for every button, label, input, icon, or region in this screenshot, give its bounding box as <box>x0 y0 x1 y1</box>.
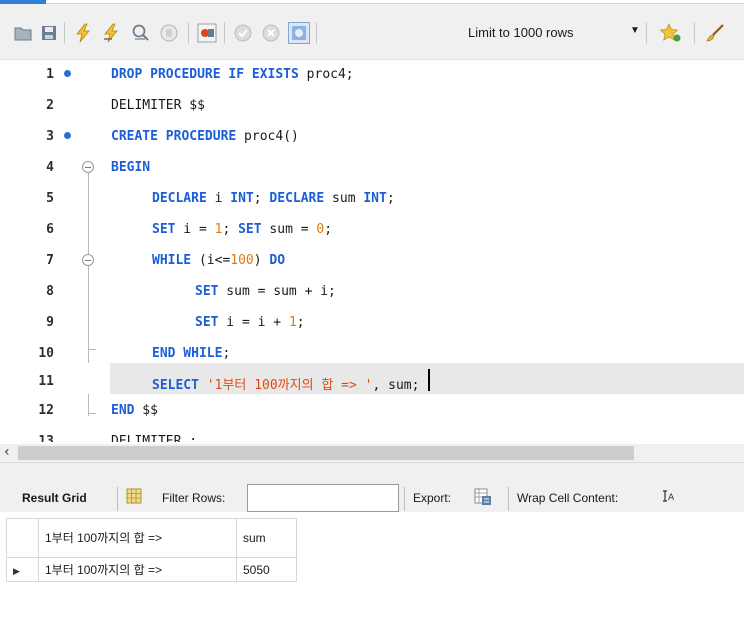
table-cell[interactable]: 1부터 100까지의 합 => <box>38 557 237 582</box>
code-line[interactable]: 12 END $$ <box>0 396 744 427</box>
toolbar-separator <box>188 22 189 44</box>
code-line[interactable]: 1 DROP PROCEDURE IF EXISTS proc4; <box>0 60 744 91</box>
line-number: 5 <box>46 191 54 206</box>
execute-current-icon[interactable] <box>100 22 122 44</box>
code-text: WHILE (i<=100) DO <box>152 253 286 268</box>
statement-marker-icon <box>64 132 71 139</box>
find-icon[interactable] <box>704 22 726 44</box>
filter-rows-input[interactable] <box>247 484 399 512</box>
autocommit-icon[interactable] <box>288 22 310 44</box>
code-line[interactable]: 5 DECLARE i INT; DECLARE sum INT; <box>0 184 744 215</box>
code-line[interactable]: 6 SET i = 1; SET sum = 0; <box>0 215 744 246</box>
fold-toggle-icon[interactable] <box>82 254 94 266</box>
code-text: END WHILE; <box>152 346 231 361</box>
editor-horizontal-scrollbar[interactable]: ‹ <box>0 444 744 462</box>
result-grid-tab[interactable]: Result Grid <box>22 491 87 505</box>
code-line[interactable]: 8 SET sum = sum + i; <box>0 277 744 308</box>
result-table: 1부터 100까지의 합 => sum ▶ 1부터 100까지의 합 => 50… <box>6 518 297 582</box>
code-text: DELIMITER $$ <box>111 98 205 113</box>
export-label: Export: <box>413 491 452 505</box>
toolbar-separator <box>117 487 118 511</box>
chevron-down-icon[interactable]: ▼ <box>630 25 640 36</box>
line-number: 3 <box>46 129 54 144</box>
line-number: 1 <box>46 67 54 82</box>
line-number: 4 <box>46 160 54 175</box>
toolbar-separator <box>316 22 317 44</box>
explain-icon[interactable] <box>130 22 152 44</box>
line-number: 2 <box>46 98 54 113</box>
fold-toggle-icon[interactable] <box>82 161 94 173</box>
limit-rows-value: Limit to 1000 rows <box>468 25 574 40</box>
toggle-error-icon[interactable] <box>196 22 218 44</box>
line-number: 12 <box>38 403 54 418</box>
scrollbar-thumb[interactable] <box>18 446 634 460</box>
wrap-cell-content-label: Wrap Cell Content: <box>517 491 619 505</box>
toolbar-separator <box>64 22 65 44</box>
grid-layout-icon[interactable] <box>126 488 142 507</box>
wrap-toggle-icon[interactable]: A <box>662 489 676 506</box>
code-text: DROP PROCEDURE IF EXISTS proc4; <box>111 67 354 82</box>
code-text: SET i = 1; SET sum = 0; <box>152 222 333 237</box>
code-line[interactable]: 7 WHILE (i<=100) DO <box>0 246 744 277</box>
svg-text:A: A <box>668 493 675 503</box>
line-number: 10 <box>38 346 54 361</box>
line-number: 11 <box>38 374 54 389</box>
open-folder-icon[interactable] <box>12 22 34 44</box>
column-header-label: 1부터 100까지의 합 => <box>45 531 162 545</box>
toolbar-separator <box>646 22 647 44</box>
text-caret <box>428 369 430 391</box>
toolbar-separator <box>508 487 509 511</box>
line-number: 13 <box>38 434 54 442</box>
statement-marker-icon <box>64 70 71 77</box>
code-line[interactable]: 3 CREATE PROCEDURE proc4() <box>0 122 744 153</box>
column-header-label: sum <box>243 531 266 545</box>
current-row-icon: ▶ <box>13 565 20 576</box>
commit-icon[interactable] <box>232 22 254 44</box>
code-text: CREATE PROCEDURE proc4() <box>111 129 299 144</box>
sql-editor[interactable]: 1 DROP PROCEDURE IF EXISTS proc4; 2 DELI… <box>0 60 744 442</box>
code-text: BEGIN <box>111 160 151 175</box>
code-text: END $$ <box>111 403 158 418</box>
table-header-row: 1부터 100까지의 합 => sum <box>6 518 297 558</box>
toolbar-separator <box>404 487 405 511</box>
toolbar-separator <box>224 22 225 44</box>
line-number: 8 <box>46 284 54 299</box>
rollback-icon[interactable] <box>260 22 282 44</box>
code-text: DECLARE i INT; DECLARE sum INT; <box>152 191 395 206</box>
toolbar-separator <box>694 22 695 44</box>
line-number: 7 <box>46 253 54 268</box>
code-text: SET i = i + 1; <box>195 315 305 330</box>
result-grid: 1부터 100까지의 합 => sum ▶ 1부터 100까지의 합 => 50… <box>0 512 744 622</box>
line-number: 9 <box>46 315 54 330</box>
row-selector[interactable]: ▶ <box>6 557 39 582</box>
save-icon[interactable] <box>38 22 60 44</box>
column-header[interactable]: sum <box>236 518 297 558</box>
beautify-icon[interactable] <box>660 22 682 44</box>
code-text: SET sum = sum + i; <box>195 284 336 299</box>
code-line-current[interactable]: 11 SELECT '1부터 100까지의 합 => ', sum; <box>0 363 744 394</box>
code-line[interactable]: 2 DELIMITER $$ <box>0 91 744 122</box>
code-text: DELIMITER ; <box>111 434 198 442</box>
table-cell[interactable]: 5050 <box>236 557 297 582</box>
scroll-left-icon[interactable]: ‹ <box>4 444 10 460</box>
filter-rows-label: Filter Rows: <box>162 491 226 505</box>
code-line[interactable]: 9 SET i = i + 1; <box>0 308 744 339</box>
column-header[interactable]: 1부터 100까지의 합 => <box>38 518 237 558</box>
limit-rows-select[interactable]: Limit to 1000 rows ▼ <box>460 22 660 44</box>
code-text: SELECT '1부터 100까지의 합 => ', sum; <box>152 378 420 393</box>
table-row[interactable]: ▶ 1부터 100까지의 합 => 5050 <box>6 557 297 582</box>
execute-icon[interactable] <box>72 22 94 44</box>
editor-toolbar: Limit to 1000 rows ▼ <box>0 4 744 60</box>
code-line[interactable]: 13 DELIMITER ; <box>0 427 744 442</box>
row-selector-header[interactable] <box>6 518 39 558</box>
code-line[interactable]: 4 BEGIN <box>0 153 744 184</box>
line-number: 6 <box>46 222 54 237</box>
export-icon[interactable] <box>474 488 492 509</box>
stop-icon[interactable] <box>158 22 180 44</box>
